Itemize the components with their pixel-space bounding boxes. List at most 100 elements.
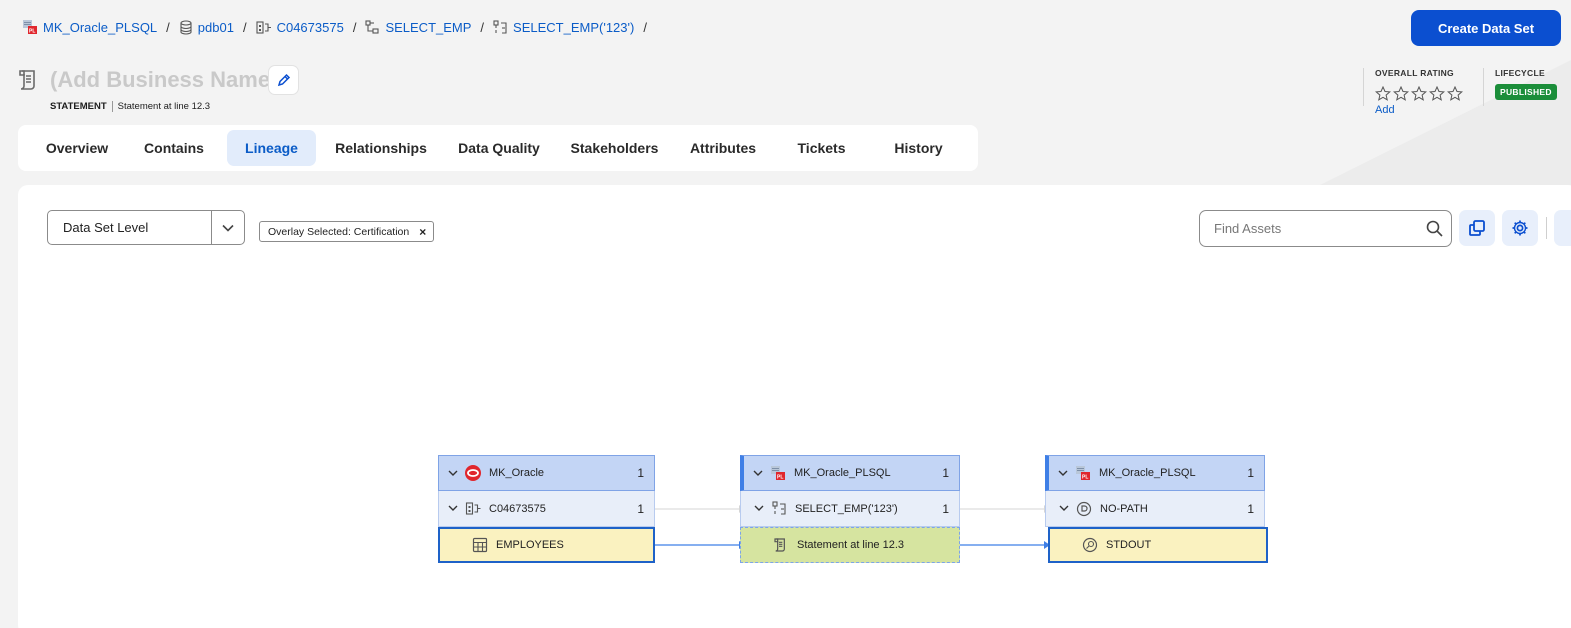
tab-stakeholders[interactable]: Stakeholders (563, 130, 666, 166)
overlay-chip: Overlay Selected: Certification × (259, 221, 435, 242)
breadcrumb-label: C04673575 (276, 19, 344, 35)
find-assets-search (1199, 210, 1452, 247)
plsql-resource-icon: PL (1073, 463, 1093, 483)
chevron-down-icon[interactable] (211, 211, 244, 244)
table-icon (470, 535, 490, 555)
rating-stars[interactable] (1375, 86, 1463, 101)
lineage-group-row[interactable]: C04673575 1 (438, 491, 655, 527)
procedure-icon (365, 19, 379, 34)
breadcrumb-label: SELECT_EMP('123') (513, 19, 635, 35)
tab-attributes[interactable]: Attributes (681, 130, 765, 166)
breadcrumb-separator: / (242, 19, 247, 35)
tab-data-quality[interactable]: Data Quality (450, 130, 548, 166)
breadcrumb-item-schema[interactable]: C04673575 (256, 20, 344, 35)
procedure-call-icon (769, 499, 789, 519)
rating-label: OVERALL RATING (1375, 68, 1454, 78)
pencil-icon (277, 73, 290, 87)
page-title[interactable]: (Add Business Name) (50, 67, 277, 93)
lifecycle: LIFECYCLE PUBLISHED (1483, 68, 1557, 106)
chevron-down-icon[interactable] (446, 505, 460, 512)
lineage-root-row[interactable]: MK_Oracle 1 (438, 455, 655, 491)
node-label: MK_Oracle_PLSQL (1099, 467, 1196, 479)
lineage-group-row[interactable]: NO-PATH 1 (1045, 491, 1265, 527)
lineage-leaf-row[interactable]: EMPLOYEES (438, 527, 655, 563)
tab-tickets[interactable]: Tickets (783, 130, 860, 166)
breadcrumb-item-procedure[interactable]: SELECT_EMP (365, 20, 471, 35)
plsql-resource-icon: PL (768, 463, 788, 483)
asset-type-line: STATEMENT Statement at line 12.3 (50, 101, 210, 112)
chevron-down-icon[interactable] (1056, 470, 1070, 477)
node-label: Statement at line 12.3 (797, 539, 905, 551)
download-button[interactable] (1554, 210, 1571, 246)
procedure-call-icon (493, 19, 507, 34)
node-count: 1 (942, 466, 949, 480)
lifecycle-label: LIFECYCLE (1495, 68, 1545, 78)
add-rating-link[interactable]: Add (1375, 104, 1395, 116)
gear-icon (1512, 220, 1528, 236)
schema-icon (256, 20, 271, 34)
node-label: EMPLOYEES (496, 539, 564, 551)
lineage-root-row[interactable]: PL MK_Oracle_PLSQL 1 (740, 455, 960, 491)
copy-button[interactable] (1459, 210, 1495, 246)
star-icon[interactable] (1375, 86, 1391, 101)
create-data-set-button[interactable]: Create Data Set (1411, 10, 1561, 46)
no-path-icon (1074, 499, 1094, 519)
plsql-resource-icon: PL (23, 20, 37, 35)
lineage-leaf-row[interactable]: STDOUT (1048, 527, 1268, 563)
svg-text:PL: PL (29, 29, 35, 35)
node-label: NO-PATH (1100, 502, 1148, 515)
level-select[interactable]: Data Set Level (47, 210, 245, 245)
node-label: MK_Oracle_PLSQL (794, 467, 891, 479)
breadcrumb-item-database[interactable]: pdb01 (179, 20, 234, 35)
tab-lineage[interactable]: Lineage (227, 130, 316, 166)
overlay-chip-label: Overlay Selected: Certification (268, 225, 410, 238)
star-icon[interactable] (1393, 86, 1409, 101)
star-icon[interactable] (1429, 86, 1445, 101)
node-count: 1 (1247, 501, 1254, 516)
breadcrumb-label: pdb01 (197, 19, 234, 35)
node-count: 1 (637, 466, 644, 480)
statement-icon (17, 68, 41, 97)
node-count: 1 (1247, 466, 1254, 480)
database-icon (180, 19, 192, 35)
svg-text:PL: PL (777, 475, 783, 481)
tab-contains[interactable]: Contains (132, 130, 216, 166)
node-label: MK_Oracle (489, 467, 545, 479)
tab-overview[interactable]: Overview (32, 130, 122, 166)
tab-relationships[interactable]: Relationships (328, 130, 434, 166)
star-icon[interactable] (1411, 86, 1427, 101)
node-count: 1 (942, 501, 949, 516)
tab-bar: Overview Contains Lineage Relationships … (18, 125, 978, 171)
overall-rating: OVERALL RATING (1363, 68, 1463, 106)
chevron-down-icon[interactable] (752, 505, 766, 512)
status-badge: PUBLISHED (1495, 84, 1557, 100)
output-icon (1080, 535, 1100, 555)
breadcrumb-item-resource[interactable]: PL MK_Oracle_PLSQL (22, 19, 157, 35)
breadcrumb-label: SELECT_EMP (385, 19, 472, 35)
chevron-down-icon[interactable] (751, 470, 765, 477)
copy-icon (1469, 220, 1485, 236)
breadcrumb-separator: / (166, 19, 170, 35)
star-icon[interactable] (1447, 86, 1463, 101)
edit-name-button[interactable] (269, 66, 298, 94)
schema-icon (463, 499, 483, 519)
chevron-down-icon[interactable] (1057, 505, 1071, 512)
breadcrumb-separator: / (643, 19, 647, 35)
lineage-group-row[interactable]: SELECT_EMP('123') 1 (740, 491, 960, 527)
lineage-root-row[interactable]: PL MK_Oracle_PLSQL 1 (1045, 455, 1265, 491)
tab-history[interactable]: History (880, 130, 957, 166)
breadcrumb-separator: / (352, 19, 357, 35)
chevron-down-icon[interactable] (446, 470, 460, 477)
close-icon[interactable]: × (419, 225, 426, 239)
svg-text:PL: PL (1082, 475, 1088, 481)
breadcrumb-item-procedure-call[interactable]: SELECT_EMP('123') (493, 20, 634, 35)
search-input[interactable] (1200, 221, 1417, 236)
node-label: STDOUT (1106, 539, 1152, 551)
breadcrumb-separator: / (480, 19, 485, 35)
settings-button[interactable] (1502, 210, 1538, 246)
lineage-leaf-row-selected[interactable]: Statement at line 12.3 (740, 527, 960, 563)
node-label: C04673575 (489, 502, 546, 515)
asset-type: STATEMENT (50, 101, 107, 112)
search-icon[interactable] (1417, 220, 1451, 237)
breadcrumb: PL MK_Oracle_PLSQL / pdb01 / C04673575 /… (22, 18, 656, 36)
